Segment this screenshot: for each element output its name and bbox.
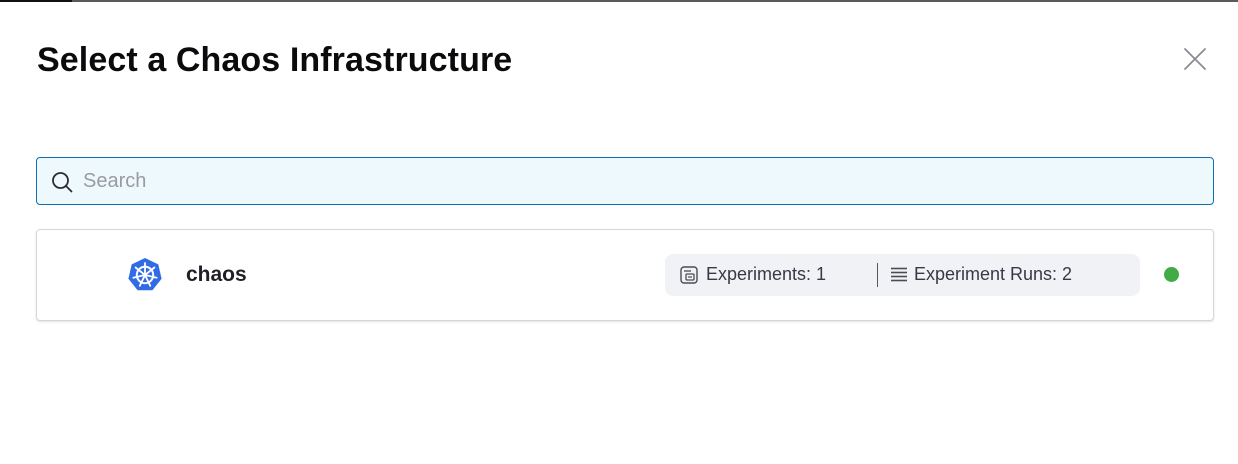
list-icon — [891, 267, 907, 282]
experiment-icon — [680, 266, 698, 284]
infrastructure-name: chaos — [186, 263, 247, 286]
close-button[interactable] — [1180, 44, 1210, 74]
search-icon — [52, 172, 73, 193]
stats-divider — [877, 263, 878, 287]
kubernetes-icon — [128, 258, 162, 291]
window-top-edge-accent — [0, 0, 72, 2]
close-icon — [1184, 48, 1206, 70]
status-indicator-icon — [1164, 267, 1179, 282]
search-box[interactable] — [36, 157, 1214, 205]
infrastructure-stats: Experiments: 1 Experiment Runs: 2 — [665, 254, 1140, 296]
window-top-edge — [0, 0, 1238, 2]
experiments-count: Experiments: 1 — [706, 264, 827, 284]
experiment-runs-count: Experiment Runs: 2 — [914, 264, 1073, 284]
dialog-title: Select a Chaos Infrastructure — [37, 41, 513, 79]
infrastructure-card-chaos[interactable]: chaos Experiments: 1 Experiment Runs: 2 — [36, 229, 1214, 321]
search-input[interactable] — [83, 158, 1203, 204]
